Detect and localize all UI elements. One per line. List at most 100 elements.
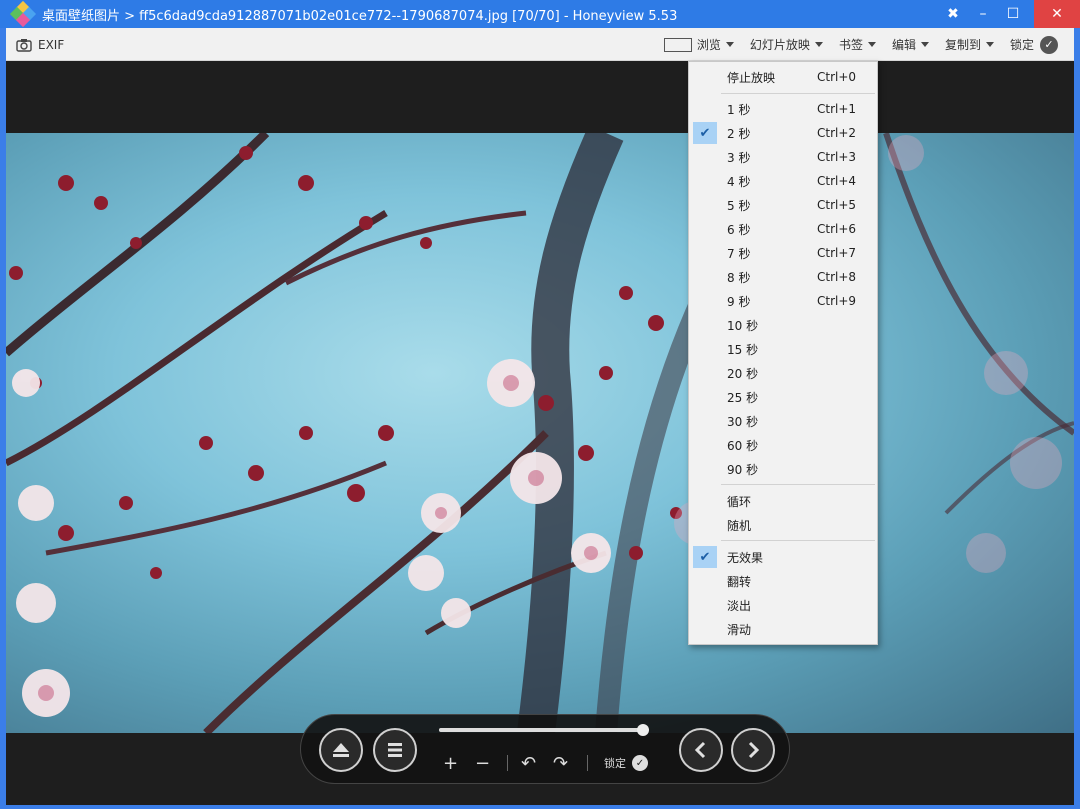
menu-item-label: 90 秒 xyxy=(727,462,759,477)
menu-item-interval[interactable]: 4 秒 Ctrl+4 xyxy=(689,170,877,192)
title-bar[interactable]: 桌面壁纸图片 > ff5c6dad9cda912887071b02e01ce77… xyxy=(0,0,1080,28)
slideshow-dropdown: 停止放映 Ctrl+0 1 秒 Ctrl+1 ✔ 2 秒 Ctrl+2 3 秒 Ctrl+3… xyxy=(688,61,878,645)
menu-item-label: 9 秒 xyxy=(727,294,751,309)
menu-item-label: 无效果 xyxy=(727,550,764,565)
lock-toggle[interactable]: 锁定 ✓ xyxy=(1010,35,1058,54)
playback-controls: + − ↶ ↷ 锁定 ✓ xyxy=(300,714,790,784)
menu-item-interval[interactable]: 90 秒 xyxy=(689,458,877,480)
menu-item-label: 随机 xyxy=(727,518,752,533)
menu-item-shortcut: Ctrl+8 xyxy=(817,270,857,284)
menu-item-label: 2 秒 xyxy=(727,126,751,141)
toolbar: EXIF 浏览 幻灯片放映 书签 编辑 复制到 锁定 ✓ xyxy=(6,28,1074,61)
window-title: 桌面壁纸图片 > ff5c6dad9cda912887071b02e01ce77… xyxy=(42,8,678,24)
menu-item-label: 15 秒 xyxy=(727,342,759,357)
zoom-out-icon[interactable]: − xyxy=(475,753,490,774)
rotate-right-icon[interactable]: ↷ xyxy=(553,753,568,774)
menu-item-order[interactable]: 随机 xyxy=(689,514,877,536)
menu-item-shortcut: Ctrl+0 xyxy=(817,70,857,84)
check-circle-icon: ✓ xyxy=(632,755,648,771)
menu-item-effect[interactable]: ✔ 无效果 xyxy=(689,546,877,568)
rotate-left-icon[interactable]: ↶ xyxy=(521,753,536,774)
next-button[interactable] xyxy=(731,728,775,772)
menu-item-order[interactable]: 循环 xyxy=(689,490,877,512)
bookmark-label: 书签 xyxy=(838,38,863,52)
menu-item-interval[interactable]: 15 秒 xyxy=(689,338,877,360)
eject-icon xyxy=(333,743,349,757)
menu-item-shortcut: Ctrl+4 xyxy=(817,174,857,188)
chevron-down-icon xyxy=(814,42,823,47)
menu-item-shortcut: Ctrl+5 xyxy=(817,198,857,212)
displayed-photo xyxy=(6,133,1074,733)
menu-item-interval[interactable]: 1 秒 Ctrl+1 xyxy=(689,98,877,120)
honeyview-logo-icon xyxy=(9,0,37,28)
menu-item-effect[interactable]: 翻转 xyxy=(689,570,877,592)
menu-item-interval[interactable]: 30 秒 xyxy=(689,410,877,432)
browse-label: 浏览 xyxy=(696,38,721,52)
progress-knob[interactable] xyxy=(636,724,649,736)
checkmark-icon: ✔ xyxy=(693,546,717,568)
menu-separator xyxy=(721,484,875,485)
pin-button[interactable]: ✖ xyxy=(938,0,968,28)
menu-item-interval[interactable]: 25 秒 xyxy=(689,386,877,408)
menu-item-interval[interactable]: 9 秒 Ctrl+9 xyxy=(689,290,877,312)
menu-item-effect[interactable]: 滑动 xyxy=(689,618,877,640)
menu-item-shortcut: Ctrl+6 xyxy=(817,222,857,236)
menu-item-label: 30 秒 xyxy=(727,414,759,429)
bookmark-menu[interactable]: 书签 xyxy=(839,36,876,53)
browse-menu[interactable]: 浏览 xyxy=(663,36,734,53)
check-circle-icon: ✓ xyxy=(1040,35,1058,54)
menu-item-interval[interactable]: 3 秒 Ctrl+3 xyxy=(689,146,877,168)
menu-item-label: 4 秒 xyxy=(727,174,751,189)
chevron-left-icon xyxy=(694,741,706,759)
divider xyxy=(587,755,588,771)
edit-label: 编辑 xyxy=(891,38,916,52)
blossom-branches-image xyxy=(6,133,1074,733)
minimize-button[interactable]: – xyxy=(968,0,998,28)
menu-item-interval[interactable]: 8 秒 Ctrl+8 xyxy=(689,266,877,288)
chevron-down-icon xyxy=(985,42,994,47)
exif-button[interactable]: EXIF xyxy=(16,28,64,61)
menu-button[interactable] xyxy=(373,728,417,772)
menu-item-effect[interactable]: 淡出 xyxy=(689,594,877,616)
close-button[interactable]: ✕ xyxy=(1034,0,1080,28)
menu-item-label: 淡出 xyxy=(727,598,752,613)
eject-button[interactable] xyxy=(319,728,363,772)
menu-item-label: 3 秒 xyxy=(727,150,751,165)
menu-separator xyxy=(721,93,875,94)
menu-item-interval[interactable]: ✔ 2 秒 Ctrl+2 xyxy=(689,122,877,144)
lock-label-bottom: 锁定 xyxy=(604,757,626,770)
menu-item-label: 6 秒 xyxy=(727,222,751,237)
image-viewer[interactable]: + − ↶ ↷ 锁定 ✓ xyxy=(6,61,1074,805)
menu-item-interval[interactable]: 6 秒 Ctrl+6 xyxy=(689,218,877,240)
menu-item-interval[interactable]: 7 秒 Ctrl+7 xyxy=(689,242,877,264)
slideshow-menu[interactable]: 幻灯片放映 xyxy=(750,36,823,53)
menu-item-label: 8 秒 xyxy=(727,270,751,285)
app-window: 桌面壁纸图片 > ff5c6dad9cda912887071b02e01ce77… xyxy=(0,0,1080,809)
menu-item-shortcut: Ctrl+3 xyxy=(817,150,857,164)
menu-item-interval[interactable]: 10 秒 xyxy=(689,314,877,336)
menu-item-label: 停止放映 xyxy=(727,70,776,85)
checkmark-icon: ✔ xyxy=(693,122,717,144)
copyto-menu[interactable]: 复制到 xyxy=(945,36,994,53)
menu-item-shortcut: Ctrl+1 xyxy=(817,102,857,116)
menu-item-interval[interactable]: 20 秒 xyxy=(689,362,877,384)
menu-item-shortcut: Ctrl+2 xyxy=(817,126,857,140)
image-progress-slider[interactable] xyxy=(439,724,649,736)
menu-item-label: 1 秒 xyxy=(727,102,751,117)
menu-item-label: 循环 xyxy=(727,494,752,509)
menu-item-interval[interactable]: 5 秒 Ctrl+5 xyxy=(689,194,877,216)
zoom-in-icon[interactable]: + xyxy=(443,753,458,774)
camera-icon xyxy=(16,38,32,52)
edit-menu[interactable]: 编辑 xyxy=(892,36,929,53)
hamburger-icon xyxy=(388,743,402,757)
menu-item-interval[interactable]: 60 秒 xyxy=(689,434,877,456)
exif-label: EXIF xyxy=(38,37,65,52)
previous-button[interactable] xyxy=(679,728,723,772)
lock-toggle-bottom[interactable]: 锁定 ✓ xyxy=(604,755,648,771)
maximize-button[interactable]: ☐ xyxy=(998,0,1028,28)
menu-item-stop[interactable]: 停止放映 Ctrl+0 xyxy=(689,66,877,88)
menu-item-label: 5 秒 xyxy=(727,198,751,213)
menu-item-label: 60 秒 xyxy=(727,438,759,453)
menu-item-label: 20 秒 xyxy=(727,366,759,381)
slideshow-label: 幻灯片放映 xyxy=(749,38,810,52)
